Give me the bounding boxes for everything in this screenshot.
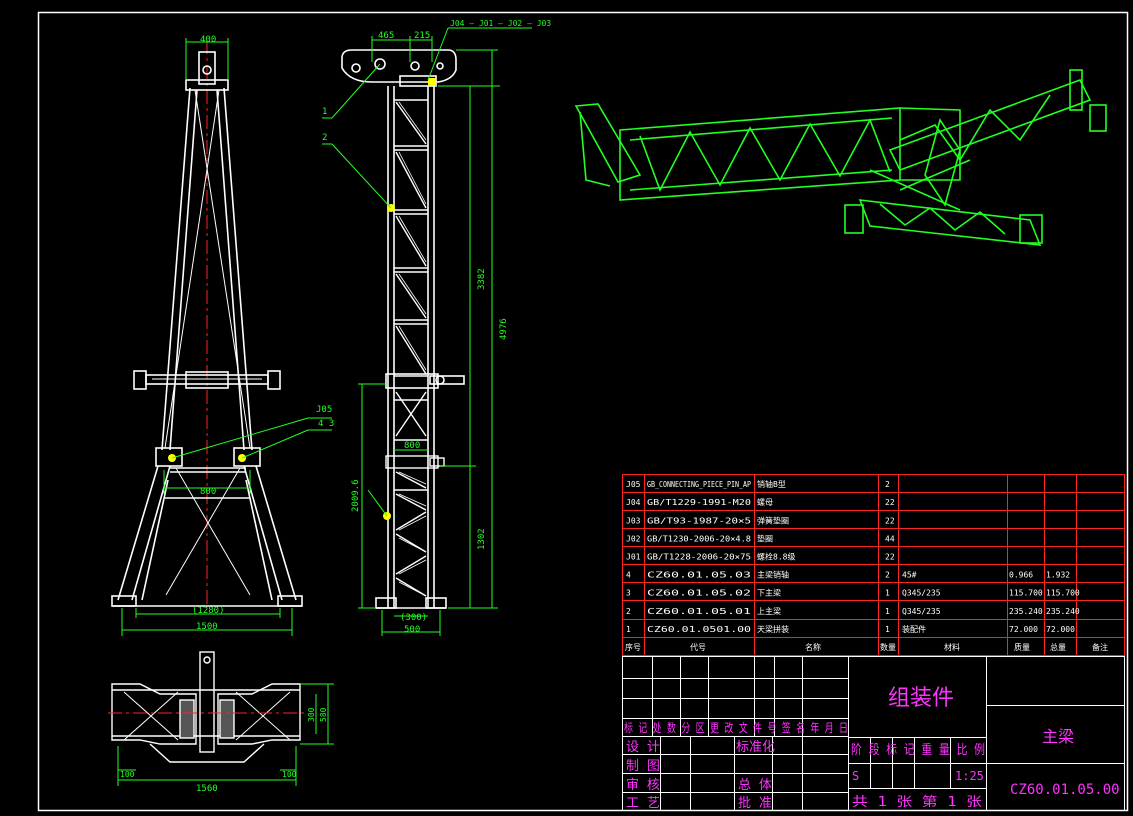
parts-cell-code: CZ60.01.05.01 <box>647 607 751 616</box>
parts-cell-no: 3 <box>626 589 631 598</box>
parts-cell-code: CZ60.01.0501.00 <box>647 625 752 634</box>
dim-mid-width: 800 <box>200 487 216 497</box>
parts-cell-no: J04 <box>626 498 641 507</box>
callout-items-4-3: 4 3 <box>318 419 334 429</box>
parts-cell-name: 天梁拼装 <box>757 624 789 634</box>
dim-height-total: 4976 <box>499 318 509 340</box>
standardize-label: 标准化 <box>736 740 775 755</box>
drawing-number: CZ60.01.05.00 <box>1010 782 1120 798</box>
sheet-count: 共 1 张 第 1 张 <box>852 795 982 810</box>
parts-cell-unit-w: 72.000 <box>1009 625 1038 634</box>
parts-cell-material: 装配件 <box>902 624 926 634</box>
dim-base-outer: 1500 <box>196 622 218 632</box>
parts-cell-code: CZ60.01.05.03 <box>647 571 751 580</box>
parts-cell-name: 上主梁 <box>757 606 781 616</box>
parts-cell-name: 下主梁 <box>757 588 781 598</box>
parts-cell-unit-w: 0.966 <box>1009 571 1033 580</box>
parts-cell-total-w: 72.000 <box>1046 625 1075 634</box>
parts-cell-name: 螺母 <box>757 497 773 507</box>
parts-cell-qty: 22 <box>885 498 895 507</box>
hdr-no: 序号 <box>625 642 641 652</box>
callout-top-chain: J04 — J01 — J02 — J03 <box>450 19 551 28</box>
parts-cell-no: 4 <box>626 571 631 580</box>
scale-value: 1:25 <box>955 769 984 783</box>
parts-cell-code: CZ60.01.05.02 <box>647 589 751 598</box>
dim-side-base-outer: 500 <box>404 625 420 635</box>
parts-cell-total-w: 115.700 <box>1046 589 1080 598</box>
dim-side-base-inner: (300) <box>400 613 427 623</box>
hdr-note: 备注 <box>1092 642 1108 652</box>
parts-cell-qty: 1 <box>885 607 890 616</box>
parts-cell-code: GB/T1230-2006-20×4.8 <box>647 534 752 543</box>
approve-label: 批 准 <box>738 796 772 811</box>
hdr-code: 代号 <box>690 642 706 652</box>
dim-plan-h1: 300 <box>307 707 316 722</box>
dim-height-upper: 3382 <box>477 268 487 290</box>
parts-cell-unit-w: 115.700 <box>1009 589 1043 598</box>
revision-row: 标 记 处 数 分 区 更 改 文 件 号 签 名 年 月 日 <box>624 720 848 735</box>
dim-side-top-b: 215 <box>414 31 430 41</box>
parts-cell-no: J01 <box>626 553 641 562</box>
parts-cell-name: 弹簧垫圈 <box>757 515 789 525</box>
callout-item-2: 2 <box>322 133 327 143</box>
parts-cell-code: GB_CONNECTING_PIECE_PIN_AP <box>647 480 751 489</box>
parts-cell-unit-w: 235.240 <box>1009 607 1043 616</box>
parts-cell-qty: 22 <box>885 553 895 562</box>
parts-cell-code: GB/T1229-1991-M20 <box>647 498 752 507</box>
parts-cell-no: J02 <box>626 534 641 543</box>
callout-j05: J05 <box>316 405 332 415</box>
parts-cell-code: GB/T93-1987-20×5 <box>647 516 751 525</box>
hdr-material: 材料 <box>944 642 960 652</box>
parts-cell-no: J05 <box>626 480 641 489</box>
dim-top-width: 400 <box>200 35 216 45</box>
hdr-qty: 数量 <box>880 642 896 652</box>
dim-height-lower-b: 1302 <box>477 528 487 550</box>
overall-label: 总 体 <box>738 778 772 793</box>
parts-cell-qty: 1 <box>885 589 890 598</box>
parts-cell-qty: 1 <box>885 625 890 634</box>
role-design: 设 计 <box>626 740 660 755</box>
parts-cell-material: Q345/235 <box>902 589 941 598</box>
dim-plan-left: 100 <box>120 770 135 779</box>
hdr-unit-w: 质量 <box>1014 642 1030 652</box>
parts-cell-name: 螺栓8.8级 <box>757 552 795 562</box>
role-drafting: 制 图 <box>626 759 660 774</box>
parts-cell-qty: 44 <box>885 534 895 543</box>
parts-cell-total-w: 235.240 <box>1046 607 1080 616</box>
stage-value: S <box>852 769 859 783</box>
parts-cell-no: 1 <box>626 625 631 634</box>
parts-cell-total-w: 1.932 <box>1046 571 1070 580</box>
dim-height-lower-a: 2009.6 <box>351 479 361 512</box>
cad-drawing: 400 800 (1280) 1500 J05 4 3 465 215 J04 … <box>0 0 1133 816</box>
parts-cell-qty: 22 <box>885 516 895 525</box>
assembly-type: 组装件 <box>888 686 954 711</box>
parts-cell-qty: 2 <box>885 571 890 580</box>
parts-cell-qty: 2 <box>885 480 890 489</box>
dim-plan-width: 1560 <box>196 784 218 794</box>
role-review: 审 核 <box>626 778 660 793</box>
parts-cell-material: Q345/235 <box>902 607 941 616</box>
parts-cell-material: 45# <box>902 571 917 580</box>
parts-cell-name: 主梁销轴 <box>757 570 789 580</box>
hdr-name: 名称 <box>805 642 821 652</box>
role-process: 工 艺 <box>626 796 660 811</box>
parts-cell-no: 2 <box>626 607 631 616</box>
callout-item-1: 1 <box>322 107 327 117</box>
parts-cell-name: 垫圈 <box>757 533 773 543</box>
dim-base-inner: (1280) <box>192 606 225 616</box>
dim-plan-right: 100 <box>282 770 297 779</box>
dim-side-top-a: 465 <box>378 31 394 41</box>
part-name: 主梁 <box>1042 727 1074 746</box>
parts-cell-no: J03 <box>626 516 641 525</box>
parts-cell-code: GB/T1228-2006-20×75 <box>647 553 751 562</box>
dim-clip-width: 800 <box>404 441 420 451</box>
stage-row: 阶 段 标 记 重 量 比 例 <box>851 742 985 758</box>
parts-cell-name: 销轴B型 <box>757 479 786 489</box>
hdr-total-w: 总量 <box>1050 642 1066 652</box>
dim-plan-h2: 580 <box>319 707 328 722</box>
